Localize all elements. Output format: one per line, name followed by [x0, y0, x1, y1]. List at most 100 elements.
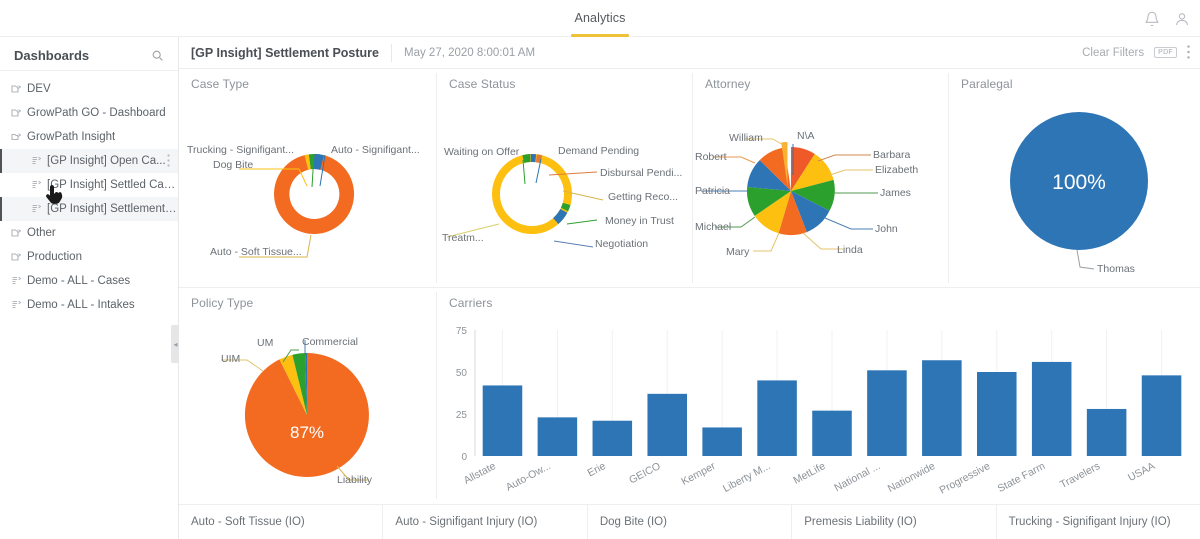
- case-type-label-trucking: Trucking - Signifigant...: [187, 144, 294, 156]
- kebab-menu-icon[interactable]: [167, 154, 170, 170]
- case-status-label-negotiation: Negotiation: [595, 238, 648, 250]
- tab-premesis-liability-io[interactable]: Premesis Liability (IO): [792, 505, 997, 539]
- sidebar-item-dev[interactable]: DEV: [0, 77, 178, 101]
- case-status-label-waiting-on-offer: Waiting on Offer: [444, 146, 520, 158]
- panel-paralegal: Paralegal 100% Thomas: [949, 69, 1200, 287]
- folder-share-icon: [10, 227, 27, 239]
- policy-type-data-label: 87%: [290, 423, 324, 442]
- sidebar-item-label: [GP Insight] Open Ca...: [47, 155, 166, 167]
- sidebar-item-gp-insight-open-cases[interactable]: [GP Insight] Open Ca...: [0, 149, 178, 173]
- carriers-x-label: Progressive: [938, 460, 993, 497]
- policy-type-label-liability: Liability: [337, 474, 373, 486]
- attorney-label-na: N\A: [797, 130, 815, 142]
- analytics-dashboard-page: Analytics Dashboards DEV GrowPath GO - D…: [0, 0, 1200, 539]
- sidebar-item-label: Other: [27, 227, 56, 239]
- carriers-x-label: GEICO: [627, 460, 663, 486]
- chart-policy-type[interactable]: 87% UM Commercial UIM Liability: [179, 288, 436, 503]
- carriers-y-tick: 75: [456, 326, 468, 337]
- carriers-x-label: National ...: [832, 460, 882, 494]
- panel-policy-type: Policy Type 87% UM Commercial UIM Liabil…: [179, 288, 436, 503]
- active-indicator: [0, 149, 2, 173]
- carriers-bar[interactable]: [1031, 361, 1072, 456]
- tab-auto-signifigant-injury-io[interactable]: Auto - Signifigant Injury (IO): [383, 505, 588, 539]
- chart-carriers[interactable]: 0 25 50 75 Allstate Auto-Ow... Erie GEICO Kempe…: [437, 288, 1200, 503]
- chart-case-status[interactable]: Waiting on Offer Demand Pending Disbursa…: [437, 69, 692, 287]
- folder-share-icon: [10, 107, 27, 119]
- carriers-bar[interactable]: [867, 370, 907, 456]
- top-nav-tabs: Analytics: [561, 0, 640, 37]
- sidebar-item-growpath-insight[interactable]: GrowPath Insight: [0, 125, 178, 149]
- carriers-bar[interactable]: [537, 417, 578, 456]
- pdf-export-icon[interactable]: PDF: [1154, 47, 1177, 58]
- carriers-bar[interactable]: [592, 420, 633, 456]
- carriers-y-tick: 25: [456, 410, 468, 421]
- folder-share-icon: [10, 83, 27, 95]
- sidebar-item-gp-insight-settled-cases[interactable]: [GP Insight] Settled Cases: [0, 173, 178, 197]
- tab-trucking-signifigant-injury-io[interactable]: Trucking - Signifigant Injury (IO): [997, 505, 1200, 539]
- sidebar-list: DEV GrowPath GO - Dashboard GrowPath Ins…: [0, 71, 178, 317]
- attorney-label-patricia: Patricia: [695, 185, 730, 197]
- carriers-x-label: Travelers: [1058, 460, 1102, 491]
- paralegal-label-thomas: Thomas: [1097, 263, 1135, 275]
- tab-dog-bite-io[interactable]: Dog Bite (IO): [588, 505, 793, 539]
- panel-attorney: Attorney N\A Barbara Elizabeth James Joh…: [693, 69, 948, 287]
- carriers-bar[interactable]: [702, 427, 742, 456]
- policy-type-label-commercial: Commercial: [302, 336, 358, 348]
- sidebar-item-label: Demo - ALL - Intakes: [27, 299, 135, 311]
- sidebar-item-demo-all-intakes[interactable]: Demo - ALL - Intakes: [0, 293, 178, 317]
- case-type-label-dog-bite: Dog Bite: [213, 159, 253, 171]
- carriers-x-label: Liberty M...: [721, 460, 772, 495]
- chart-paralegal[interactable]: 100% Thomas: [949, 69, 1200, 287]
- dashboards-sidebar: Dashboards DEV GrowPath GO - Dashboard G…: [0, 37, 180, 539]
- dashboard-share-icon: [30, 155, 47, 167]
- case-type-label-auto-soft-tissue: Auto - Soft Tissue...: [210, 246, 302, 258]
- panel-carriers: Carriers 0 25 50 75 Allstate Auto-Ow... Erie G…: [437, 288, 1200, 503]
- sidebar-item-label: [GP Insight] Settled Cases: [47, 179, 178, 191]
- carriers-bar[interactable]: [1086, 408, 1127, 456]
- chart-attorney[interactable]: N\A Barbara Elizabeth James John Linda M…: [693, 69, 948, 287]
- sidebar-item-label: Production: [27, 251, 82, 263]
- carriers-bar[interactable]: [1141, 375, 1182, 456]
- carriers-bar[interactable]: [922, 360, 962, 456]
- sidebar-item-production[interactable]: Production: [0, 245, 178, 269]
- attorney-label-michael: Michael: [695, 221, 731, 233]
- carriers-bar[interactable]: [757, 380, 797, 456]
- carriers-bar[interactable]: [976, 372, 1017, 456]
- sidebar-item-gp-insight-settlement-posture[interactable]: [GP Insight] Settlement P...: [0, 197, 178, 221]
- sidebar-item-growpath-go-dashboard[interactable]: GrowPath GO - Dashboard: [0, 101, 178, 125]
- mouse-cursor-pointer: [45, 185, 63, 207]
- top-navigation-bar: Analytics: [0, 0, 1200, 37]
- case-type-tabs: Auto - Soft Tissue (IO) Auto - Signifiga…: [179, 504, 1200, 539]
- account-icon[interactable]: [1174, 11, 1190, 27]
- carriers-bar[interactable]: [647, 393, 688, 456]
- carriers-y-tick: 50: [456, 368, 468, 379]
- dashboard-row-2: Policy Type 87% UM Commercial UIM Liabil…: [179, 288, 1200, 503]
- sidebar-item-demo-all-cases[interactable]: Demo - ALL - Cases: [0, 269, 178, 293]
- search-icon[interactable]: [151, 49, 164, 62]
- active-indicator: [0, 197, 2, 221]
- sidebar-item-label: Demo - ALL - Cases: [27, 275, 131, 287]
- policy-type-label-um: UM: [257, 337, 273, 349]
- chart-case-type[interactable]: Trucking - Signifigant... Dog Bite Auto …: [179, 69, 436, 287]
- tab-analytics[interactable]: Analytics: [561, 0, 640, 37]
- attorney-label-william: William: [729, 132, 763, 144]
- dashboard-timestamp: May 27, 2020 8:00:01 AM: [404, 46, 536, 59]
- folder-share-icon: [10, 251, 27, 263]
- sidebar-item-other[interactable]: Other: [0, 221, 178, 245]
- case-status-label-treatment: Treatm...: [442, 232, 484, 244]
- carriers-bar[interactable]: [482, 385, 523, 456]
- carriers-x-label: Allstate: [462, 460, 498, 487]
- carriers-x-axis: Allstate Auto-Ow... Erie GEICO Kemper Liberty…: [462, 460, 1157, 497]
- attorney-label-barbara: Barbara: [873, 149, 911, 161]
- sidebar-item-label: [GP Insight] Settlement P...: [47, 203, 178, 215]
- panel-case-status: Case Status Waiting on Offer Demand Pend…: [437, 69, 692, 287]
- case-status-label-disbursal-pending: Disbursal Pendi...: [600, 167, 682, 179]
- carriers-bar[interactable]: [812, 410, 852, 456]
- sidebar-item-label: DEV: [27, 83, 51, 95]
- tab-auto-soft-tissue-io[interactable]: Auto - Soft Tissue (IO): [179, 505, 384, 539]
- carriers-bars[interactable]: [482, 330, 1182, 456]
- attorney-label-james: James: [880, 187, 911, 199]
- bell-icon[interactable]: [1144, 11, 1160, 27]
- kebab-menu-icon[interactable]: [1187, 44, 1190, 61]
- clear-filters-button[interactable]: Clear Filters: [1082, 47, 1144, 59]
